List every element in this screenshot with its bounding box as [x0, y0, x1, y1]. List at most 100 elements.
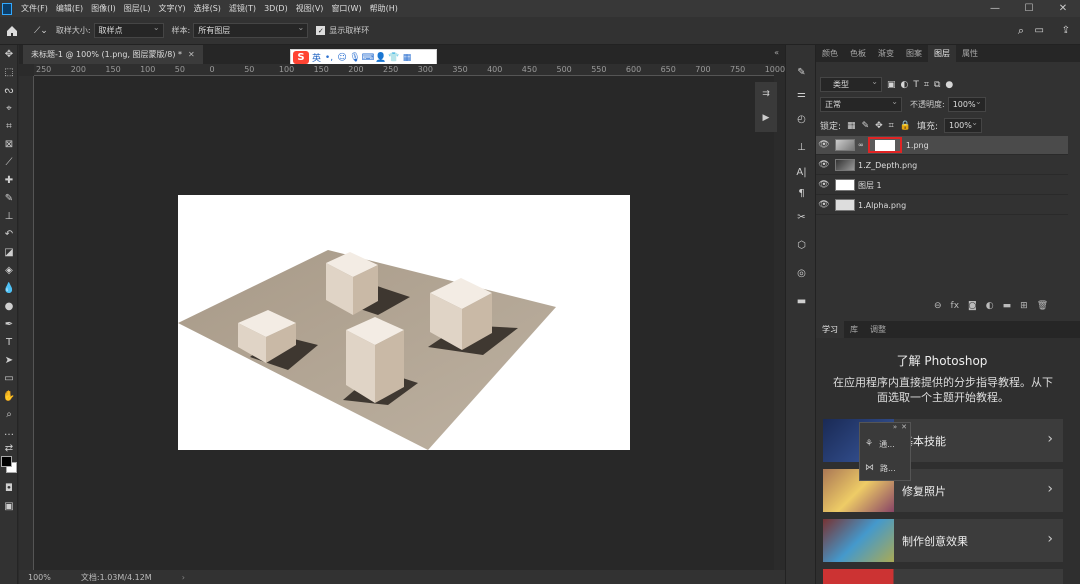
pen-tool-icon[interactable]: ✒: [0, 315, 18, 333]
lock-position-icon[interactable]: ✥: [875, 121, 883, 131]
share-icon[interactable]: ⇪: [1062, 25, 1070, 36]
tab-color[interactable]: 颜色: [816, 45, 844, 62]
user-icon[interactable]: 👤: [375, 53, 386, 63]
lock-all-icon[interactable]: 🔒: [900, 121, 911, 131]
rectangle-tool-icon[interactable]: ▭: [0, 369, 18, 387]
filter-smart-icon[interactable]: ⧉: [934, 80, 940, 90]
keyboard-icon[interactable]: ⌨: [362, 53, 375, 63]
status-expand-icon[interactable]: ›: [182, 573, 185, 582]
type-tool-icon[interactable]: T: [0, 333, 18, 351]
eyedropper-tool-icon[interactable]: ⟋⌄: [34, 26, 48, 36]
tab-learn[interactable]: 学习: [816, 321, 844, 338]
new-layer-icon[interactable]: ⊞: [1020, 301, 1028, 311]
opacity-input[interactable]: 100%: [947, 97, 986, 112]
history-brush-icon[interactable]: ↶: [0, 225, 18, 243]
grid-icon[interactable]: ▦: [402, 53, 412, 63]
group-icon[interactable]: ▬: [1003, 301, 1012, 311]
menu-file[interactable]: 文件(F): [17, 3, 52, 14]
close-tab-icon[interactable]: ✕: [188, 50, 195, 59]
clone-source-icon[interactable]: ⊥: [786, 133, 817, 161]
navigator-icon[interactable]: ◎: [786, 259, 817, 287]
menu-view[interactable]: 视图(V): [292, 3, 328, 14]
tab-patterns[interactable]: 图案: [900, 45, 928, 62]
filter-toggle-icon[interactable]: ●: [945, 80, 953, 90]
history-icon[interactable]: ◴: [786, 105, 817, 133]
blend-mode-select[interactable]: 正常: [820, 97, 902, 112]
document-tab[interactable]: 未标题-1 @ 100% (1.png, 图层蒙版/8) * ✕: [23, 45, 203, 64]
color-swatches[interactable]: [0, 455, 17, 479]
quick-mask-icon[interactable]: ◘: [0, 479, 18, 497]
layer-row-z-depth[interactable]: 👁 1.Z_Depth.png: [816, 156, 1068, 175]
fx-icon[interactable]: fx: [951, 301, 960, 311]
filter-shape-icon[interactable]: ⌗: [924, 80, 929, 90]
tab-gradients[interactable]: 渐变: [872, 45, 900, 62]
layer-row-layer-1[interactable]: 👁 图层 1: [816, 176, 1068, 195]
delete-layer-icon[interactable]: 🗑: [1037, 301, 1048, 311]
layer-filter-select[interactable]: 类型: [820, 77, 882, 92]
menu-image[interactable]: 图像(I): [87, 3, 120, 14]
brush-panel-icon[interactable]: ✎: [786, 61, 817, 83]
menu-edit[interactable]: 编辑(E): [52, 3, 87, 14]
adjustments-panel-icon[interactable]: ⚌: [786, 83, 817, 105]
lock-paint-icon[interactable]: ✎: [862, 121, 870, 131]
eye-icon[interactable]: 👁: [816, 200, 832, 210]
marquee-tool-icon[interactable]: ⬚: [0, 63, 18, 81]
healing-brush-icon[interactable]: ✚: [0, 171, 18, 189]
filter-pixel-icon[interactable]: ▣: [887, 80, 896, 90]
crop-tool-icon[interactable]: ⌗: [0, 117, 18, 135]
channels-item[interactable]: ⚘ 通...: [860, 432, 910, 456]
move-tool-icon[interactable]: ✥: [0, 45, 18, 63]
menu-type[interactable]: 文字(Y): [154, 3, 189, 14]
learn-card-partial[interactable]: [823, 569, 1063, 584]
emoji-icon[interactable]: ☺: [337, 53, 347, 63]
layer-row-1-png[interactable]: 👁 ∞ 1.png: [816, 136, 1068, 155]
menu-filter[interactable]: 滤镜(T): [225, 3, 260, 14]
lasso-tool-icon[interactable]: ᔓ: [0, 81, 18, 99]
ime-lang-toggle[interactable]: 英: [312, 51, 321, 64]
add-mask-icon[interactable]: ◙: [968, 301, 977, 311]
close-button[interactable]: ✕: [1046, 0, 1080, 17]
tab-adjustments[interactable]: 调整: [864, 321, 892, 338]
paragraph-panel-icon[interactable]: ¶: [786, 183, 817, 203]
stamp-tool-icon[interactable]: ⊥: [0, 207, 18, 225]
learn-card-creative[interactable]: 制作创意效果 ›: [823, 519, 1063, 562]
home-icon[interactable]: [0, 25, 24, 37]
minimize-button[interactable]: —: [978, 0, 1012, 17]
sogou-logo[interactable]: S: [293, 51, 309, 64]
mic-icon[interactable]: 🎙: [349, 53, 360, 63]
link-icon[interactable]: ∞: [858, 141, 864, 149]
swap-colors-icon[interactable]: ⇄: [0, 441, 18, 455]
punctuation-icon[interactable]: •,: [324, 53, 334, 63]
adjustment-layer-icon[interactable]: ◐: [986, 301, 994, 311]
dodge-tool-icon[interactable]: ●: [0, 297, 18, 315]
tab-properties[interactable]: 属性: [956, 45, 984, 62]
menu-window[interactable]: 窗口(W): [327, 3, 365, 14]
eraser-tool-icon[interactable]: ◪: [0, 243, 18, 261]
eye-icon[interactable]: 👁: [816, 140, 832, 150]
zoom-level[interactable]: 100%: [28, 573, 51, 582]
more-tools-icon[interactable]: …: [0, 423, 18, 441]
frame-tool-icon[interactable]: ⊠: [0, 135, 18, 153]
zoom-tool-icon[interactable]: ⌕: [0, 405, 18, 423]
shirt-icon[interactable]: 👕: [388, 53, 399, 63]
show-ring-checkbox[interactable]: ✓: [316, 26, 326, 35]
brush-tool-icon[interactable]: ✎: [0, 189, 18, 207]
path-select-icon[interactable]: ➤: [0, 351, 18, 369]
expand-icon[interactable]: »: [893, 423, 897, 432]
menu-select[interactable]: 选择(S): [190, 3, 225, 14]
info-panel-icon[interactable]: ▬: [786, 287, 817, 315]
eyedropper-icon[interactable]: ⟋: [0, 153, 18, 171]
layer-mask-thumbnail[interactable]: [867, 137, 902, 153]
quick-select-tool-icon[interactable]: ⌖: [0, 99, 18, 117]
lock-transparent-icon[interactable]: ▦: [847, 121, 856, 131]
hand-tool-icon[interactable]: ✋: [0, 387, 18, 405]
tool-presets-icon[interactable]: ✂: [786, 203, 817, 231]
workspace-icon[interactable]: ▭: [1035, 25, 1044, 36]
tab-layers[interactable]: 图层: [928, 45, 956, 62]
3d-panel-icon[interactable]: ⬡: [786, 231, 817, 259]
sample-select[interactable]: 所有图层: [193, 23, 309, 38]
tab-swatches[interactable]: 色板: [844, 45, 872, 62]
history-panel-icon[interactable]: ⇉: [755, 82, 777, 106]
paint-bucket-icon[interactable]: ◈: [0, 261, 18, 279]
search-icon[interactable]: ⌕: [1018, 24, 1024, 38]
